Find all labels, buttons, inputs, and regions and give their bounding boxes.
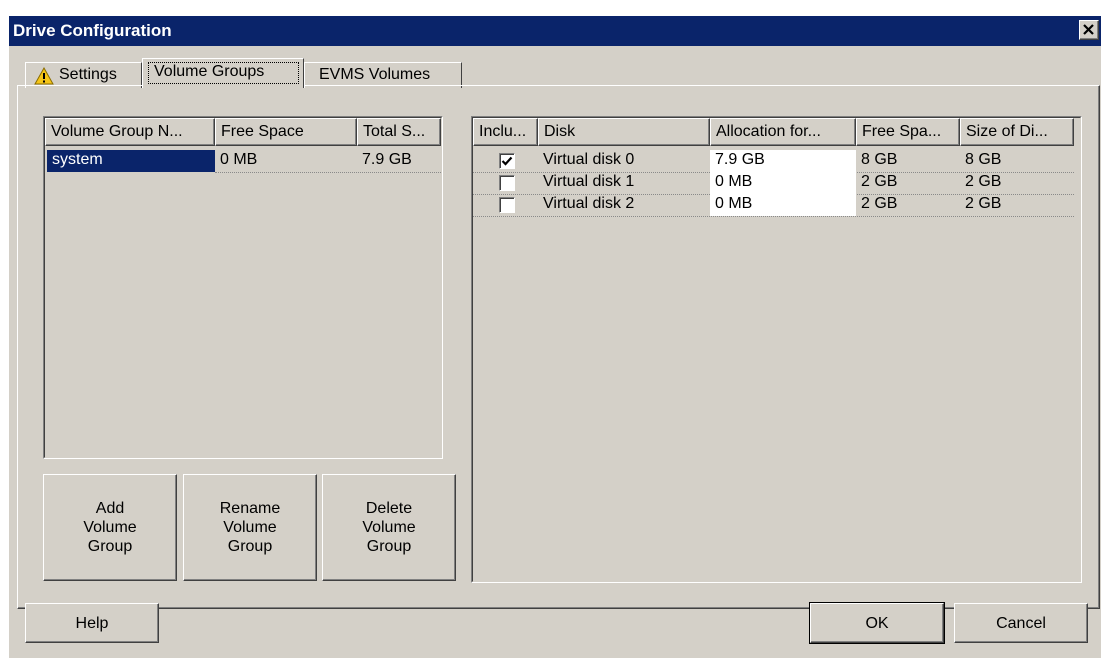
free-space-cell: 2 GB bbox=[861, 195, 898, 212]
drive-configuration-window: Drive Configuration Settings Volume Grou… bbox=[8, 16, 1101, 658]
disk-name-cell: Virtual disk 2 bbox=[543, 195, 635, 212]
column-header-size-of-disk[interactable]: Size of Di... bbox=[960, 118, 1074, 146]
allocation-cell[interactable]: 0 MB bbox=[710, 194, 856, 216]
allocation-cell[interactable]: 7.9 GB bbox=[710, 150, 856, 172]
column-header-total-size[interactable]: Total S... bbox=[357, 118, 441, 146]
vg-free-space-cell: 0 MB bbox=[220, 151, 258, 168]
tab-volume-groups-label: Volume Groups bbox=[154, 63, 265, 80]
checkmark-icon bbox=[501, 156, 513, 166]
rename-volume-group-button[interactable]: Rename Volume Group bbox=[183, 474, 317, 581]
tab-settings-label: Settings bbox=[59, 66, 117, 83]
include-checkbox[interactable] bbox=[499, 175, 515, 191]
disk-name-cell: Virtual disk 1 bbox=[543, 173, 635, 190]
warning-icon bbox=[34, 67, 54, 85]
size-of-disk-cell: 2 GB bbox=[965, 195, 1002, 212]
column-header-free-space[interactable]: Free Space bbox=[215, 118, 357, 146]
delete-volume-group-button[interactable]: Delete Volume Group bbox=[322, 474, 456, 581]
disk-list-body: Inclu... Disk Allocation for... Free Spa… bbox=[472, 117, 1081, 582]
help-button[interactable]: Help bbox=[25, 603, 159, 643]
disk-name-cell: Virtual disk 0 bbox=[543, 151, 635, 168]
column-header-allocation[interactable]: Allocation for... bbox=[710, 118, 856, 146]
tab-evms-volumes-label: EVMS Volumes bbox=[319, 66, 431, 83]
size-of-disk-cell: 8 GB bbox=[965, 151, 1002, 168]
include-checkbox[interactable] bbox=[499, 197, 515, 213]
free-space-cell: 8 GB bbox=[861, 151, 898, 168]
allocation-cell[interactable]: 0 MB bbox=[710, 172, 856, 194]
cancel-button[interactable]: Cancel bbox=[954, 603, 1088, 643]
title-bar[interactable]: Drive Configuration bbox=[9, 16, 1101, 46]
window-title: Drive Configuration bbox=[13, 21, 172, 40]
close-button[interactable] bbox=[1079, 20, 1099, 40]
column-header-volume-group-name[interactable]: Volume Group N... bbox=[45, 118, 215, 146]
free-space-cell: 2 GB bbox=[861, 173, 898, 190]
tab-volume-groups[interactable]: Volume Groups bbox=[142, 58, 304, 88]
disk-list[interactable]: Inclu... Disk Allocation for... Free Spa… bbox=[471, 116, 1082, 583]
vg-name-cell: system bbox=[47, 150, 215, 172]
close-icon bbox=[1083, 24, 1094, 35]
volume-group-list-body: Volume Group N... Free Space Total S... … bbox=[44, 117, 442, 458]
column-header-disk[interactable]: Disk bbox=[538, 118, 710, 146]
size-of-disk-cell: 2 GB bbox=[965, 173, 1002, 190]
column-header-include[interactable]: Inclu... bbox=[473, 118, 538, 146]
row-separator bbox=[215, 172, 441, 173]
column-header-free-space[interactable]: Free Spa... bbox=[856, 118, 960, 146]
add-volume-group-button[interactable]: Add Volume Group bbox=[43, 474, 177, 581]
row-separator bbox=[473, 216, 1074, 217]
include-checkbox[interactable] bbox=[499, 153, 515, 169]
ok-button[interactable]: OK bbox=[809, 602, 945, 644]
vg-total-size-cell: 7.9 GB bbox=[362, 151, 412, 168]
volume-group-list[interactable]: Volume Group N... Free Space Total S... … bbox=[43, 116, 443, 459]
